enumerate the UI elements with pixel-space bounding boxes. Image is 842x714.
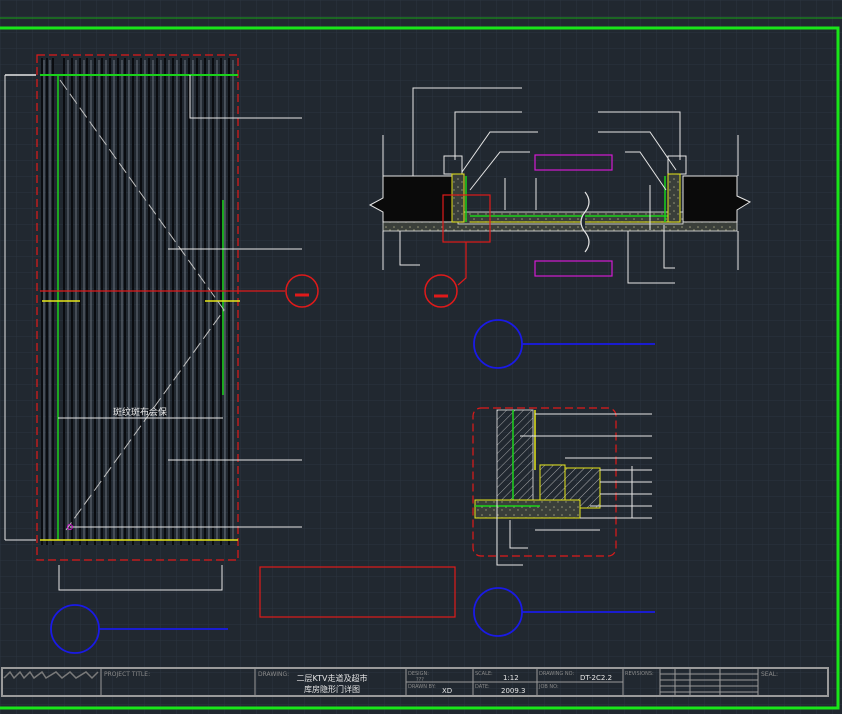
jamb-right (667, 173, 681, 223)
seal-label: SEAL: (761, 671, 778, 678)
drawing-label: DRAWING: (258, 671, 289, 678)
scale-value: 1:12 (503, 674, 519, 682)
date-value: 2009.3 (501, 687, 526, 695)
detail-floor (474, 499, 581, 519)
grid-background (0, 0, 842, 714)
drawn-value: XD (442, 687, 452, 695)
detail-wall-hatch (496, 409, 534, 501)
cad-canvas[interactable]: 斑纹斑布会保 PROJECT TITLE: DRAWING: 二层KTV走道及超… (0, 0, 842, 714)
wall-left (368, 175, 459, 223)
drawing-no-label: DRAWING NO: (539, 671, 574, 677)
drawing-no-value: DT-2C2.2 (580, 674, 612, 682)
designed-value: ??? (416, 677, 424, 683)
jamb-left (451, 173, 465, 223)
revisions-label: REVISIONS: (625, 671, 654, 677)
date-label: DATE: (475, 684, 490, 690)
drawn-label: DRAWN BY: (408, 684, 436, 690)
door-caption: 斑纹斑布会保 (113, 406, 167, 418)
scale-label: SCALE: (475, 671, 493, 677)
project-title-label: PROJECT TITLE: (104, 671, 150, 678)
job-no-label: JOB NO: (538, 684, 559, 690)
drawing-name-line1: 二层KTV走道及超市 (297, 673, 368, 683)
drawing-name-line2: 库房隐形门详图 (304, 684, 360, 694)
